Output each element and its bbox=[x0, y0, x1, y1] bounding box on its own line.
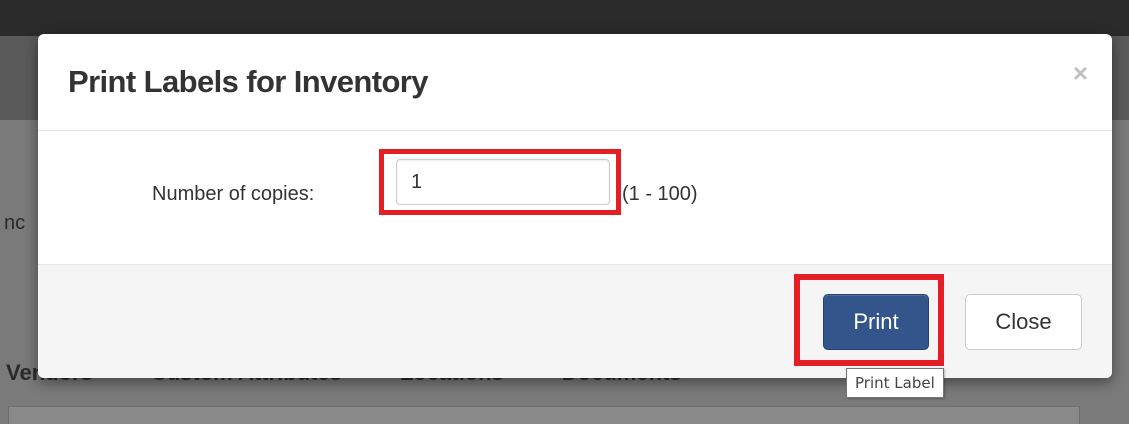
print-button[interactable]: Print bbox=[823, 294, 929, 350]
modal-header: Print Labels for Inventory × bbox=[38, 34, 1112, 131]
background-panel bbox=[8, 406, 1080, 424]
background-text-fragment: nc bbox=[4, 212, 26, 234]
background-top-bar bbox=[0, 0, 1129, 36]
copies-range-hint: (1 - 100) bbox=[622, 183, 698, 205]
modal-body: Number of copies: (1 - 100) bbox=[38, 131, 1112, 264]
copies-input[interactable] bbox=[396, 159, 610, 205]
page: nc Vendors Custom Attributes Locations D… bbox=[0, 0, 1129, 424]
print-labels-modal: Print Labels for Inventory × Number of c… bbox=[38, 34, 1112, 378]
close-icon[interactable]: × bbox=[1073, 60, 1088, 86]
print-label-tooltip: Print Label bbox=[846, 368, 944, 398]
modal-footer: Print Close bbox=[38, 264, 1112, 378]
modal-title: Print Labels for Inventory bbox=[68, 64, 429, 99]
copies-label: Number of copies: bbox=[152, 183, 315, 205]
close-button[interactable]: Close bbox=[965, 294, 1082, 350]
